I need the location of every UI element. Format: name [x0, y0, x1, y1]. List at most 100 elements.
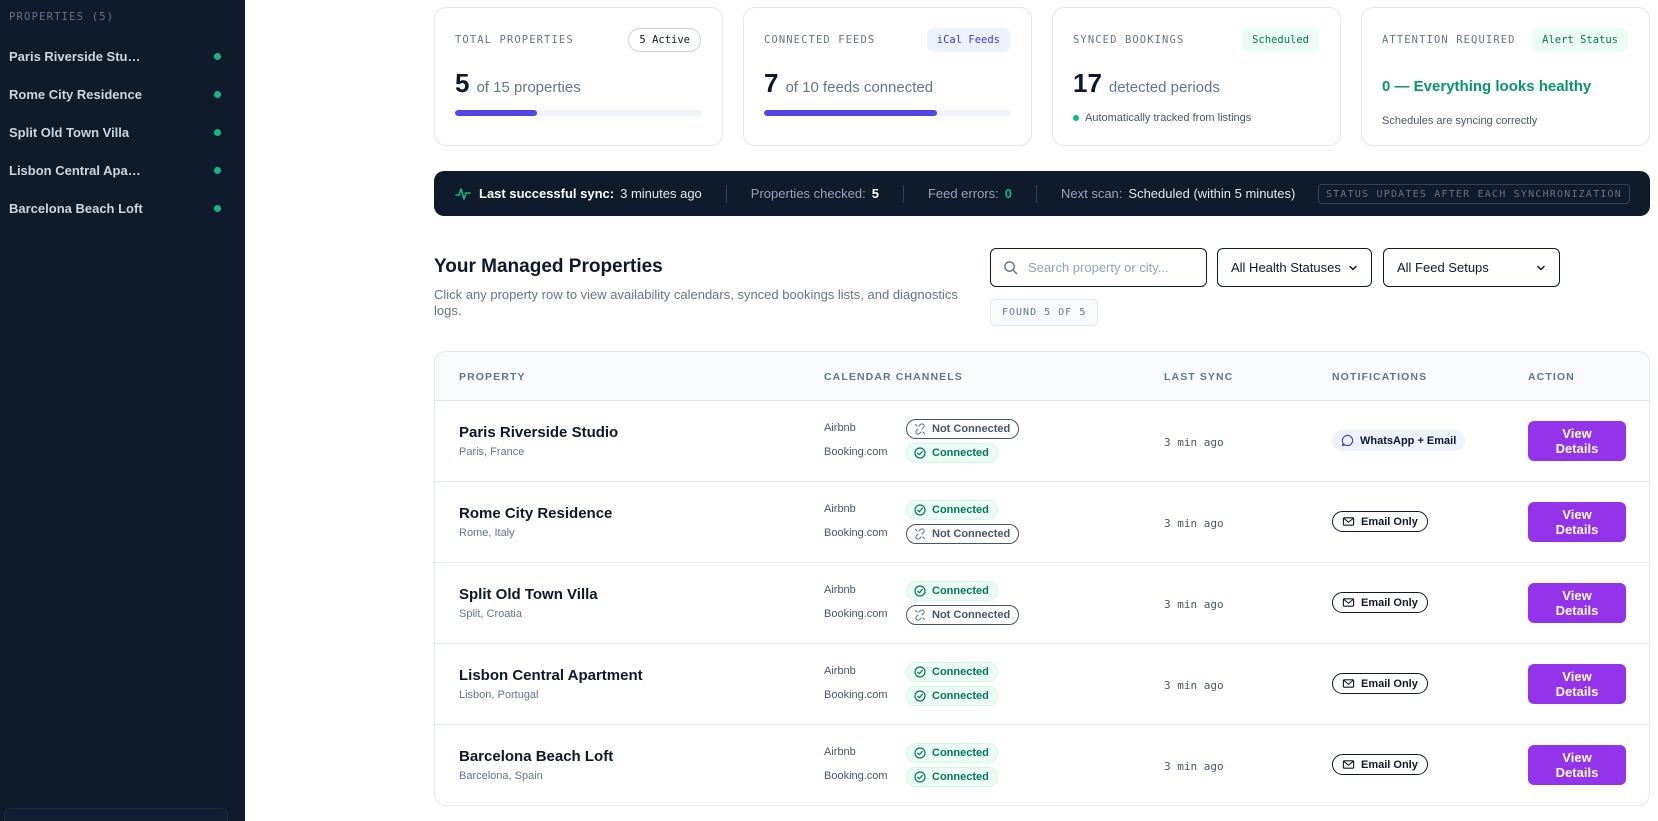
page-title: Your Managed Properties: [434, 256, 663, 277]
table-row[interactable]: Split Old Town Villa Split, Croatia Airbnb…: [435, 562, 1649, 643]
property-name: Barcelona Beach Loft: [459, 748, 614, 765]
header-channels: CALENDAR CHANNELS: [824, 371, 963, 383]
properties-progress-fill: [455, 110, 538, 116]
feeds-progress: [764, 110, 1011, 116]
table-row[interactable]: Barcelona Beach Loft Barcelona, Spain Airb…: [435, 724, 1649, 805]
search-input[interactable]: [1028, 260, 1198, 275]
channel-status-badge: Connected: [906, 767, 998, 787]
attention-headline: 0 — Everything looks healthy: [1382, 78, 1592, 95]
divider: [725, 184, 727, 203]
notification-badge: Email Only: [1332, 592, 1428, 613]
header-notifications: NOTIFICATIONS: [1332, 371, 1428, 383]
property-name: Paris Riverside Studio: [459, 424, 619, 441]
card-label: SYNCED BOOKINGS: [1073, 34, 1185, 46]
property-city: Barcelona, Spain: [459, 770, 543, 782]
property-city: Lisbon, Portugal: [459, 689, 539, 701]
active-badge: 5 Active: [628, 28, 701, 52]
sidebar-item-label: Paris Riverside Studio: [9, 48, 144, 64]
notification-badge: WhatsApp + Email: [1332, 430, 1466, 451]
status-dot-icon: [214, 90, 221, 98]
channel-status-label: Not Connected: [932, 423, 1011, 435]
channel-status-badge: Connected: [906, 743, 998, 763]
channel-status-label: Connected: [932, 585, 989, 597]
connected-feeds-value: 7: [764, 68, 779, 98]
view-details-button[interactable]: View Details: [1528, 583, 1626, 623]
view-details-button[interactable]: View Details: [1528, 421, 1626, 461]
view-details-button[interactable]: View Details: [1528, 502, 1626, 542]
bookings-note: Automatically tracked from listings: [1073, 112, 1251, 124]
properties-table: PROPERTY CALENDAR CHANNELS LAST SYNC NOT…: [434, 351, 1650, 806]
property-name: Rome City Residence: [459, 505, 613, 522]
check-circle-icon: [914, 447, 926, 459]
notification-badge: Email Only: [1332, 673, 1428, 694]
mail-icon: [1342, 596, 1355, 609]
sidebar-item[interactable]: Barcelona Beach Loft: [0, 189, 245, 227]
view-details-button[interactable]: View Details: [1528, 745, 1626, 785]
view-details-button[interactable]: View Details: [1528, 664, 1626, 704]
synced-bookings-sub: detected periods: [1108, 79, 1220, 96]
property-city: Split, Croatia: [459, 608, 522, 620]
sidebar-item-label: Barcelona Beach Loft: [9, 200, 143, 216]
status-dot-icon: [214, 128, 221, 136]
channel-status-badge: Connected: [906, 662, 998, 682]
sidebar-item-label: Split Old Town Villa: [9, 124, 130, 140]
attention-required-card: ATTENTION REQUIRED Alert Status 0 — Ever…: [1361, 7, 1650, 146]
header-action: ACTION: [1528, 371, 1575, 383]
mail-icon: [1342, 677, 1355, 690]
check-circle-icon: [914, 690, 926, 702]
last-sync-time: 3 min ago: [1164, 760, 1224, 773]
property-name: Lisbon Central Apartment: [459, 667, 643, 684]
table-row[interactable]: Lisbon Central Apartment Lisbon, Portugal…: [435, 643, 1649, 724]
total-properties-sub: of 15 properties: [476, 79, 581, 96]
channel-status-label: Connected: [932, 747, 989, 759]
channel-name-airbnb: Airbnb: [824, 584, 856, 596]
check-circle-icon: [914, 666, 926, 678]
search-field[interactable]: [990, 248, 1207, 287]
last-sync-value: 3 minutes ago: [620, 186, 702, 201]
sidebar-item[interactable]: Split Old Town Villa: [0, 113, 245, 151]
sidebar-item[interactable]: Lisbon Central Apart...: [0, 151, 245, 189]
last-sync-time: 3 min ago: [1164, 517, 1224, 530]
channel-status-badge: Not Connected: [906, 419, 1020, 439]
status-dot-icon: [214, 166, 221, 174]
table-row[interactable]: Rome City Residence Rome, Italy Airbnb Conn…: [435, 481, 1649, 562]
next-scan-value: Scheduled (within 5 minutes): [1128, 186, 1296, 201]
alert-status-badge: Alert Status: [1532, 28, 1628, 52]
sidebar: PROPERTIES (5) Paris Riverside Studio Rom…: [0, 0, 245, 821]
table-row[interactable]: Paris Riverside Studio Paris, France Airbn…: [435, 400, 1649, 481]
sidebar-item[interactable]: Rome City Residence: [0, 75, 245, 113]
mail-icon: [1342, 515, 1355, 528]
header-last-sync: LAST SYNC: [1164, 371, 1234, 383]
property-name: Split Old Town Villa: [459, 586, 598, 603]
sidebar-item[interactable]: Paris Riverside Studio: [0, 37, 245, 75]
health-status-value: All Health Statuses: [1231, 260, 1341, 275]
bookings-note-text: Automatically tracked from listings: [1085, 112, 1252, 124]
last-sync-time: 3 min ago: [1164, 436, 1224, 449]
health-status-select[interactable]: All Health Statuses: [1217, 248, 1372, 287]
channel-name-airbnb: Airbnb: [824, 422, 856, 434]
notification-label: Email Only: [1361, 758, 1418, 771]
connected-feeds-sub: of 10 feeds connected: [785, 79, 934, 96]
ical-badge: iCal Feeds: [926, 28, 1010, 52]
chat-bubble-icon: [1341, 434, 1354, 447]
divider: [902, 184, 904, 203]
property-city: Paris, France: [459, 446, 525, 458]
channel-status-label: Connected: [932, 771, 989, 783]
card-label: CONNECTED FEEDS: [764, 34, 876, 46]
synced-bookings-card: SYNCED BOOKINGS Scheduled 17 detected pe…: [1052, 7, 1341, 146]
last-sync-time: 3 min ago: [1164, 679, 1224, 692]
chevron-down-icon: [1349, 265, 1357, 270]
total-properties-card: TOTAL PROPERTIES 5 Active 5 of 15 proper…: [434, 7, 723, 146]
results-count: FOUND 5 OF 5: [990, 299, 1099, 326]
feed-setup-select[interactable]: All Feed Setups: [1383, 248, 1560, 287]
search-icon: [1004, 261, 1018, 275]
channel-status-label: Connected: [932, 666, 989, 678]
unlink-icon: [914, 609, 926, 621]
scheduled-badge: Scheduled: [1242, 28, 1319, 52]
section-description: Click any property row to view availabil…: [434, 287, 958, 318]
property-city: Rome, Italy: [459, 527, 515, 539]
sidebar-item-label: Lisbon Central Apart...: [9, 162, 144, 178]
sidebar-footer-panel[interactable]: [4, 808, 228, 821]
sync-status-bar: Last successful sync: 3 minutes ago Prop…: [434, 171, 1650, 216]
next-scan-label: Next scan:: [1060, 186, 1123, 201]
